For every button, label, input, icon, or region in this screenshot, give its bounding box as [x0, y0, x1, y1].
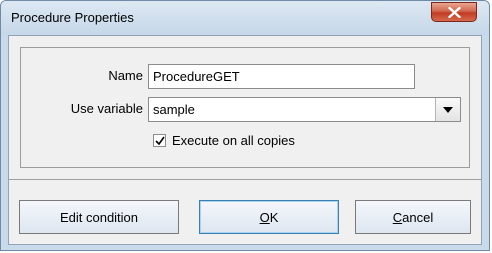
cancel-mnemonic: C	[392, 209, 403, 225]
close-button[interactable]	[431, 2, 477, 22]
ok-mnemonic: O	[259, 209, 270, 225]
properties-group: Name Use variable sample Execute on all …	[20, 47, 470, 168]
cancel-button[interactable]: Cancel	[355, 200, 471, 234]
ok-label-rest: K	[269, 209, 279, 225]
name-label: Name	[108, 68, 143, 83]
checkmark-icon	[155, 136, 165, 146]
dropdown-arrow-button[interactable]	[435, 98, 460, 121]
execute-on-all-copies-checkbox[interactable]	[153, 134, 166, 147]
cancel-label-rest: ancel	[402, 209, 434, 225]
use-variable-label: Use variable	[70, 101, 143, 116]
window-title: Procedure Properties	[11, 10, 134, 25]
title-bar[interactable]: Procedure Properties	[1, 1, 489, 35]
button-separator	[9, 179, 481, 180]
use-variable-dropdown[interactable]: sample	[148, 97, 461, 122]
edit-condition-button[interactable]: Edit condition	[19, 200, 179, 234]
chevron-down-icon	[443, 107, 453, 113]
dialog-content: Name Use variable sample Execute on all …	[8, 35, 482, 245]
execute-on-all-copies-label: Execute on all copies	[172, 133, 295, 148]
dialog-window: Procedure Properties Name Use variable s…	[0, 0, 490, 251]
name-input[interactable]	[148, 64, 415, 89]
use-variable-value: sample	[153, 102, 195, 117]
close-x-icon	[448, 7, 461, 18]
ok-button[interactable]: OK	[199, 200, 339, 234]
